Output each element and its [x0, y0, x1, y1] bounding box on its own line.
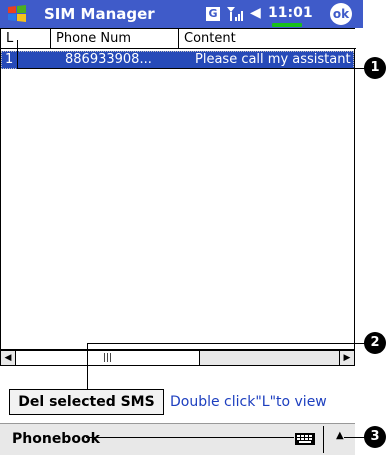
scroll-thumb[interactable]: |||	[16, 351, 200, 365]
callout-3-line	[344, 437, 365, 438]
column-header-phone[interactable]: Phone Num	[51, 29, 179, 49]
keyboard-icon[interactable]	[295, 433, 315, 445]
row-content-cell: Please call my assistant	[195, 52, 351, 67]
callout-badge-2: 2	[364, 332, 386, 354]
callout-1-line	[17, 40, 18, 69]
column-header-content[interactable]: Content	[179, 29, 356, 49]
list-row-selected[interactable]: 1 886933908... Please call my assistant	[1, 51, 354, 69]
network-g-icon: G	[206, 7, 220, 21]
callout-3-line	[86, 437, 294, 438]
windows-flag-icon[interactable]	[6, 4, 30, 24]
battery-icon	[272, 23, 302, 27]
callout-badge-1: 1	[364, 57, 386, 79]
input-panel-arrow-icon[interactable]: ▲	[336, 430, 344, 441]
app-title: SIM Manager	[44, 5, 155, 23]
callout-badge-3: 3	[364, 426, 386, 448]
row-l-cell: 1	[5, 52, 14, 67]
view-hint: Double click"L"to view	[170, 394, 327, 410]
callout-1-line	[17, 68, 368, 69]
clock[interactable]: 11:01	[268, 5, 313, 21]
row-phone-cell: 886933908...	[65, 52, 152, 67]
ok-button[interactable]: ok	[330, 3, 352, 25]
horizontal-scrollbar[interactable]: ◀ ||| ▶	[0, 350, 355, 366]
delete-selected-sms-button[interactable]: Del selected SMS	[9, 389, 164, 415]
speaker-icon[interactable]: ◀	[250, 5, 261, 21]
callout-2-line	[87, 343, 88, 390]
title-bar: SIM Manager G ◀ 11:01 ok	[0, 0, 363, 28]
scroll-right-button[interactable]: ▶	[339, 351, 354, 365]
callout-2-line	[87, 343, 367, 344]
signal-icon[interactable]	[226, 6, 246, 22]
column-header-l[interactable]: L	[1, 29, 51, 49]
menu-bar: Phonebook ▲	[0, 423, 355, 455]
menu-separator	[323, 426, 324, 453]
sms-list[interactable]: L Phone Num Content 1 886933908... Pleas…	[0, 28, 356, 350]
scroll-left-button[interactable]: ◀	[1, 351, 16, 365]
phonebook-menu[interactable]: Phonebook	[12, 431, 100, 447]
